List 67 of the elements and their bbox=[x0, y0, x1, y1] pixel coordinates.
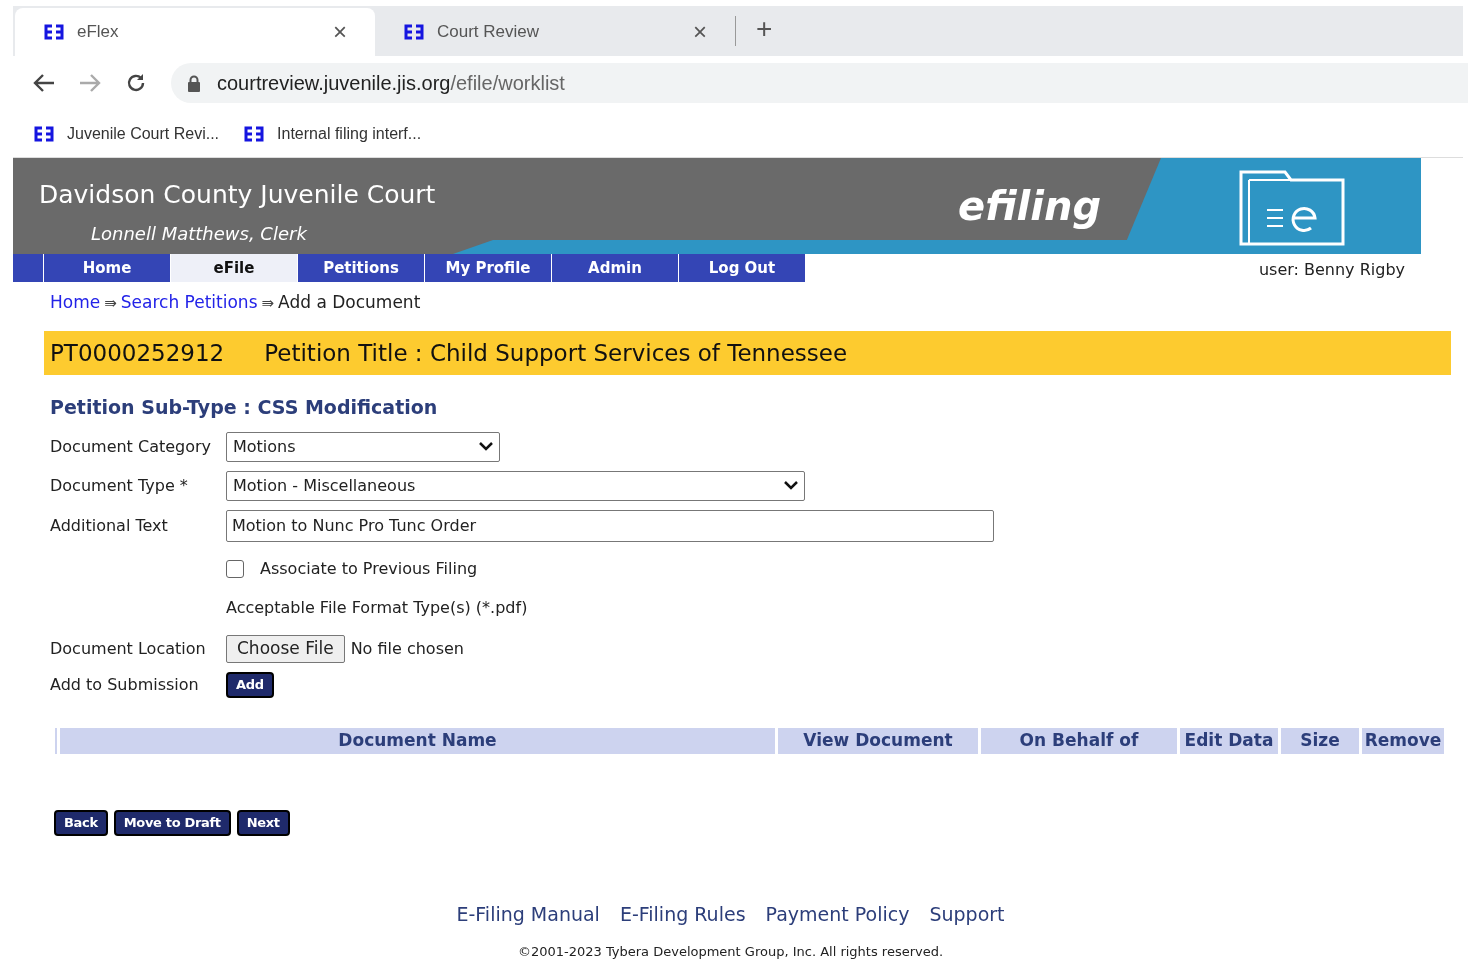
lock-icon bbox=[187, 74, 201, 92]
column-header: Document Name bbox=[60, 727, 775, 754]
input-field[interactable]: Motion to Nunc Pro Tunc Order bbox=[226, 509, 994, 542]
action-button[interactable]: Add bbox=[226, 671, 274, 698]
action-button[interactable]: Next bbox=[236, 809, 290, 836]
type-select[interactable]: Motion - Miscellaneous bbox=[226, 470, 805, 501]
field-label: Document Location bbox=[50, 637, 207, 660]
court-name: Davidson County Juvenile Court bbox=[39, 179, 436, 211]
column-header: On Behalf of bbox=[981, 727, 1177, 754]
category-select[interactable]: Motions bbox=[226, 431, 500, 462]
column-header: Size bbox=[1281, 727, 1359, 754]
footer-link[interactable]: E-Filing Manual bbox=[456, 899, 600, 928]
copyright-text: ©2001-2023 Tybera Development Group, Inc. All rights reserved. bbox=[516, 943, 945, 961]
breadcrumb-link[interactable]: Search Petitions bbox=[120, 290, 258, 316]
tab-title: Court Review bbox=[437, 21, 541, 44]
checkbox[interactable] bbox=[226, 559, 244, 578]
user-label: user: Benny Rigby bbox=[1258, 259, 1405, 281]
footer-link[interactable]: Support bbox=[929, 899, 1005, 928]
chevron-icon bbox=[784, 481, 798, 490]
bookmark[interactable]: Internal filing interf... bbox=[243, 121, 422, 146]
breadcrumb-separator: ⇛ bbox=[261, 292, 275, 314]
format-note: Acceptable File Format Type(s) (*.pdf) bbox=[226, 596, 529, 619]
footer-link[interactable]: Payment Policy bbox=[765, 899, 910, 928]
close-icon[interactable]: × bbox=[333, 14, 347, 50]
folder-icon bbox=[1239, 168, 1345, 246]
footer-link[interactable]: E-Filing Rules bbox=[619, 899, 746, 928]
site-icon bbox=[33, 125, 55, 142]
action-button[interactable]: Back bbox=[54, 809, 108, 836]
file-status: No file chosen bbox=[350, 637, 464, 660]
url-text: courtreview.juvenile.jis.org/efile/worklist bbox=[217, 71, 565, 96]
breadcrumb-link[interactable]: Home bbox=[50, 290, 101, 316]
address-bar[interactable]: courtreview.juvenile.jis.org/efile/worklist bbox=[171, 63, 1468, 103]
petition-id: PT0000252912 bbox=[50, 338, 225, 368]
column-header: View Document bbox=[778, 727, 978, 754]
tab-title: eFlex bbox=[77, 21, 120, 44]
brand-logo-text: efiling bbox=[958, 182, 1102, 231]
action-button[interactable]: Move to Draft bbox=[113, 809, 231, 836]
checkbox-label: Associate to Previous Filing bbox=[260, 557, 478, 580]
clerk-name: Lonnell Matthews, Clerk bbox=[91, 222, 307, 246]
breadcrumb-separator: ⇛ bbox=[104, 292, 117, 314]
column-header: Edit Data bbox=[1180, 727, 1278, 754]
close-icon[interactable]: × bbox=[693, 14, 707, 50]
breadcrumb-current: Add a Document bbox=[278, 291, 421, 315]
browser-tab[interactable]: eFlex × bbox=[15, 8, 375, 56]
reload-icon[interactable] bbox=[125, 72, 147, 94]
nav-tab[interactable]: Home bbox=[43, 254, 170, 282]
new-tab-icon[interactable]: + bbox=[756, 8, 773, 50]
nav-tab[interactable]: Admin bbox=[551, 254, 678, 282]
nav-tab[interactable]: eFile bbox=[170, 254, 297, 282]
bookmark[interactable]: Juvenile Court Revi... bbox=[33, 121, 220, 146]
nav-spacer bbox=[13, 254, 43, 282]
nav-tab[interactable]: Log Out bbox=[678, 254, 805, 282]
petition-subtype: Petition Sub-Type : CSS Modification bbox=[50, 395, 439, 420]
chevron-icon bbox=[479, 442, 493, 451]
site-icon bbox=[403, 24, 425, 40]
field-label: Document Type * bbox=[50, 474, 189, 497]
site-icon bbox=[243, 125, 266, 142]
nav-tab[interactable]: My Profile bbox=[424, 254, 551, 282]
field-label: Add to Submission bbox=[50, 673, 200, 696]
field-label: Document Category bbox=[50, 435, 213, 458]
choose-file-button[interactable]: Choose File bbox=[226, 634, 345, 663]
site-icon bbox=[43, 24, 65, 40]
back-arrow-icon[interactable] bbox=[33, 73, 55, 93]
nav-tab[interactable]: Petitions bbox=[297, 254, 424, 282]
column-header: Remove bbox=[1362, 727, 1444, 754]
field-label: Additional Text bbox=[50, 514, 169, 537]
petition-title: Petition Title : Child Support Services of Tennessee bbox=[264, 338, 848, 368]
